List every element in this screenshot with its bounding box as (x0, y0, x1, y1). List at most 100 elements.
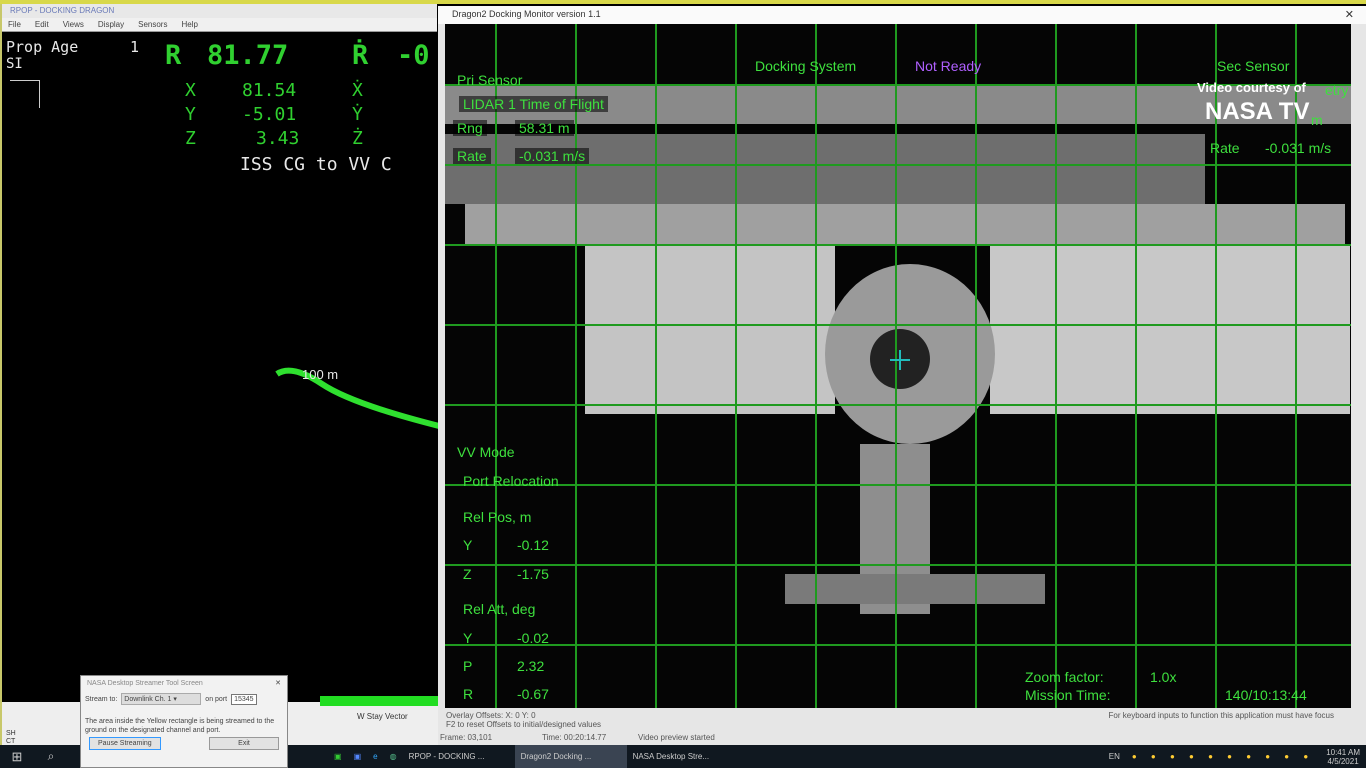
camera-view: Pri Sensor LIDAR 1 Time of Flight Rng 58… (445, 24, 1351, 708)
menu-help[interactable]: Help (181, 20, 197, 29)
sec-sensor-label: Sec Sensor (1217, 58, 1290, 74)
range-value: 81.77 (207, 40, 289, 71)
range-rate-label: Ṙ (352, 40, 369, 71)
excel-icon[interactable]: ▣ (328, 745, 348, 768)
reference-frame: ISS CG to VV C (240, 154, 392, 175)
side-label: SH (6, 730, 16, 737)
rel-att-p-value: 2.32 (517, 658, 545, 674)
rate-label: Rate (453, 148, 491, 164)
docking-monitor-window: Dragon2 Docking Monitor version 1.1 ✕ Pr… (438, 6, 1366, 745)
rel-att-y-label: Y (463, 630, 473, 646)
rate-value: -0.031 m/s (515, 148, 590, 164)
sec-rng-unit: m (1311, 112, 1323, 128)
clock[interactable]: 10:41 AM 4/5/2021 (1320, 745, 1366, 768)
y-value: -5.01 (242, 104, 297, 125)
range-rate-value: -0 (397, 40, 430, 71)
prop-age-label: Prop Age (6, 38, 79, 56)
menu-views[interactable]: Views (63, 20, 84, 29)
stay-vector-label: W Stay Vector (357, 712, 408, 721)
rel-att-r-label: R (463, 686, 474, 702)
x-label: X (185, 80, 196, 101)
sec-rate-label: Rate (1210, 140, 1240, 156)
sec-sensor-mode: etry (1325, 82, 1349, 98)
menu-bar: File Edit Views Display Sensors Help (2, 18, 437, 32)
dialog-title: NASA Desktop Streamer Tool Screen (87, 680, 203, 687)
ie-icon[interactable]: e (367, 745, 383, 768)
search-icon[interactable]: ⌕ (34, 745, 68, 768)
rel-pos-y-label: Y (463, 537, 473, 553)
menu-sensors[interactable]: Sensors (138, 20, 167, 29)
range-label: R (165, 40, 182, 71)
port-input[interactable]: 15345 (231, 693, 257, 705)
language-indicator[interactable]: EN (1103, 745, 1126, 768)
video-status: Video preview started (638, 733, 715, 742)
range-marker: 100 m (302, 367, 339, 382)
mission-time-value: 140/10:13:44 (1225, 687, 1307, 703)
rel-pos-label: Rel Pos, m (463, 509, 532, 525)
rel-pos-z-label: Z (463, 566, 472, 582)
prop-age-value: 1 (130, 38, 140, 56)
stream-channel-select[interactable]: Downlink Ch. 1 ▾ (121, 693, 202, 705)
rng-label: Rng (453, 120, 487, 136)
z-label: Z (185, 128, 196, 149)
rel-att-label: Rel Att, deg (463, 601, 536, 617)
start-icon[interactable]: ⊞ (0, 745, 34, 768)
rel-att-p-label: P (463, 658, 473, 674)
pause-streaming-button[interactable]: Pause Streaming (89, 737, 161, 750)
window-title: Dragon2 Docking Monitor version 1.1 (438, 6, 1366, 24)
overlay-offsets: Overlay Offsets: X: 0 Y: 0 (446, 711, 536, 720)
menu-display[interactable]: Display (98, 20, 124, 29)
trajectory-plot (275, 367, 439, 429)
dialog-info: The area inside the Yellow rectangle is … (85, 718, 275, 734)
clock-date: 4/5/2021 (1327, 756, 1359, 766)
time-counter: Time: 00:20:14.77 (542, 733, 607, 742)
rel-att-r-value: -0.67 (517, 686, 549, 702)
window-title: RPOP - DOCKING DRAGON (2, 4, 437, 18)
nasa-tv-logo: NASA TV (1205, 98, 1310, 125)
rel-pos-y-value: -0.12 (517, 537, 549, 553)
port-label: Port Relocation (463, 473, 559, 489)
word-icon[interactable]: ▣ (348, 745, 368, 768)
rng-value: 58.31 m (515, 120, 574, 136)
close-icon[interactable]: ✕ (275, 679, 281, 687)
menu-edit[interactable]: Edit (35, 20, 49, 29)
x-dot-label: Ẋ (352, 80, 363, 101)
axis-icon (10, 80, 40, 108)
taskbar-item-streamer[interactable]: NASA Desktop Stre... (627, 745, 747, 768)
taskbar-item-label: RPOP - DOCKING ... (408, 752, 485, 761)
taskbar-item-label: Dragon2 Docking ... (520, 752, 592, 761)
zoom-factor-label: Zoom factor: (1025, 669, 1104, 685)
x-value: 81.54 (242, 80, 297, 101)
exit-button[interactable]: Exit (209, 737, 279, 750)
stream-channel-value: Downlink Ch. 1 (124, 696, 172, 703)
rel-pos-z-value: -1.75 (517, 566, 549, 582)
zoom-factor-value: 1.0x (1150, 669, 1177, 685)
y-dot-label: Ẏ (352, 104, 363, 125)
mission-time-label: Mission Time: (1025, 687, 1111, 703)
docking-status: Not Ready (915, 58, 982, 74)
pri-sensor-label: Pri Sensor (457, 72, 523, 88)
side-label: CT (6, 738, 16, 745)
clock-time: 10:41 AM (1326, 747, 1360, 757)
taskbar-item-rpop[interactable]: RPOP - DOCKING ... (403, 745, 515, 768)
z-dot-label: Ż (352, 128, 363, 149)
watermark-line1: Video courtesy of (1197, 80, 1306, 95)
frame-label: SI (6, 56, 23, 72)
taskbar-item-dragon2[interactable]: Dragon2 Docking ... (514, 745, 627, 768)
port-label: on port (205, 695, 228, 703)
rel-att-y-value: -0.02 (517, 630, 549, 646)
rpop-window: RPOP - DOCKING DRAGON File Edit Views Di… (0, 4, 439, 745)
docking-system-label: Docking System (755, 58, 857, 74)
reset-hint: F2 to reset Offsets to initial/designed … (446, 720, 602, 729)
sensor-mode: LIDAR 1 Time of Flight (459, 96, 608, 112)
frame-counter: Frame: 03,101 (440, 733, 493, 742)
menu-file[interactable]: File (8, 20, 21, 29)
close-icon[interactable]: ✕ (1345, 8, 1354, 21)
alignment-grid (445, 24, 1351, 708)
stream-to-label: Stream to: (85, 695, 118, 703)
globe-icon[interactable]: ◍ (384, 745, 403, 768)
y-label: Y (185, 104, 196, 125)
sec-rate-value: -0.031 m/s (1265, 140, 1332, 156)
tray-icons[interactable]: ● ● ● ● ● ● ● ● ● ● (1126, 745, 1320, 768)
taskbar-item-label: NASA Desktop Stre... (632, 752, 710, 761)
